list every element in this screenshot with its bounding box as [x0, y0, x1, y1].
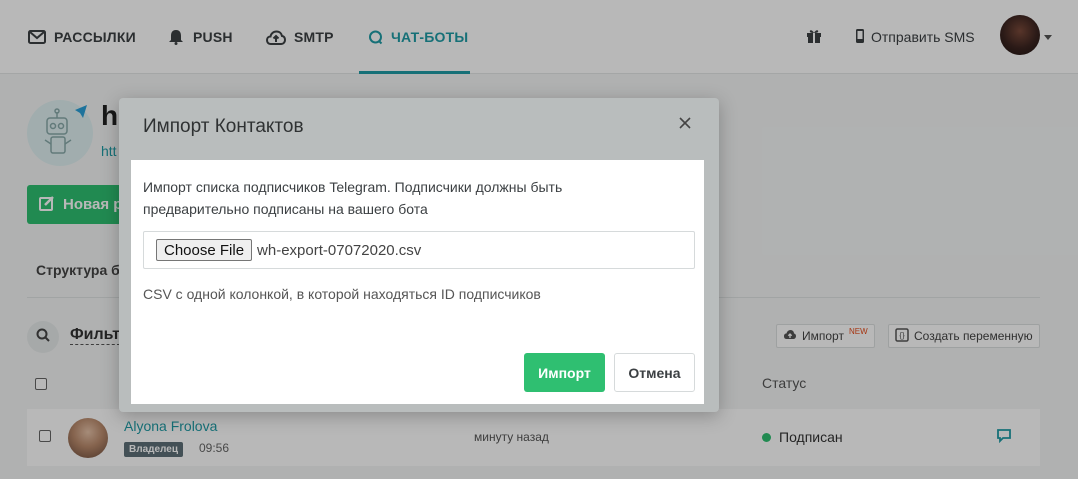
import-contacts-modal: Импорт Контактов Импорт списка подписчик… — [119, 98, 719, 412]
selected-file-name: wh-export-07072020.csv — [257, 241, 422, 259]
import-description: Импорт списка подписчиков Telegram. Подп… — [143, 179, 563, 217]
modal-body: Импорт списка подписчиков Telegram. Подп… — [131, 160, 704, 404]
import-submit-button[interactable]: Импорт — [524, 353, 605, 392]
close-icon — [678, 116, 692, 135]
choose-file-button[interactable]: Choose File — [156, 239, 253, 261]
modal-title: Импорт Контактов — [143, 116, 304, 137]
file-input[interactable]: Choose File wh-export-07072020.csv — [143, 231, 695, 269]
cancel-button[interactable]: Отмена — [614, 353, 695, 392]
close-button[interactable] — [675, 115, 695, 135]
file-hint: CSV с одной колонкой, в которой находять… — [143, 286, 541, 302]
